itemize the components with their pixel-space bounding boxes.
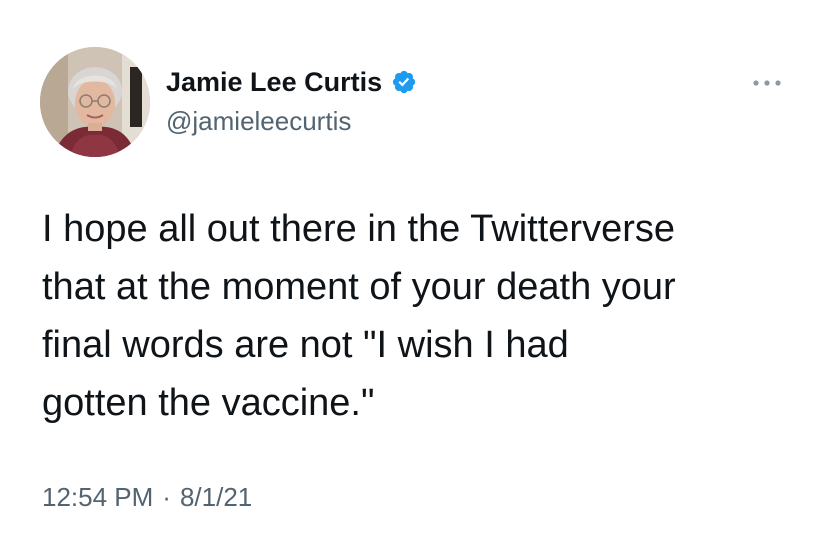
timestamp-separator: · (162, 481, 171, 512)
author-handle[interactable]: @jamieleecurtis (166, 104, 351, 138)
tweet-text: I hope all out there in the Twitterverse… (42, 200, 812, 432)
tweet-text-line: final words are not "I wish I had (42, 324, 569, 366)
tweet-date: 8/1/21 (179, 481, 253, 512)
tweet-text-line: that at the moment of your death your (42, 266, 676, 308)
more-options-icon (753, 80, 781, 86)
author-display-name[interactable]: Jamie Lee Curtis (166, 64, 382, 100)
tweet-text-line: gotten the vaccine." (42, 382, 375, 424)
author-avatar[interactable] (40, 47, 150, 157)
more-options-button[interactable] (747, 70, 787, 96)
tweet-card: Jamie Lee Curtis @jamieleecurtis I hope … (0, 0, 828, 553)
tweet-timestamp[interactable]: 12:54 PM · 8/1/21 (42, 477, 252, 517)
tweet-time: 12:54 PM (42, 481, 154, 512)
tweet-text-line: I hope all out there in the Twitterverse (42, 208, 675, 250)
avatar-photo (40, 47, 150, 157)
verified-badge-icon (391, 69, 417, 95)
author-name-row: Jamie Lee Curtis (166, 64, 417, 100)
